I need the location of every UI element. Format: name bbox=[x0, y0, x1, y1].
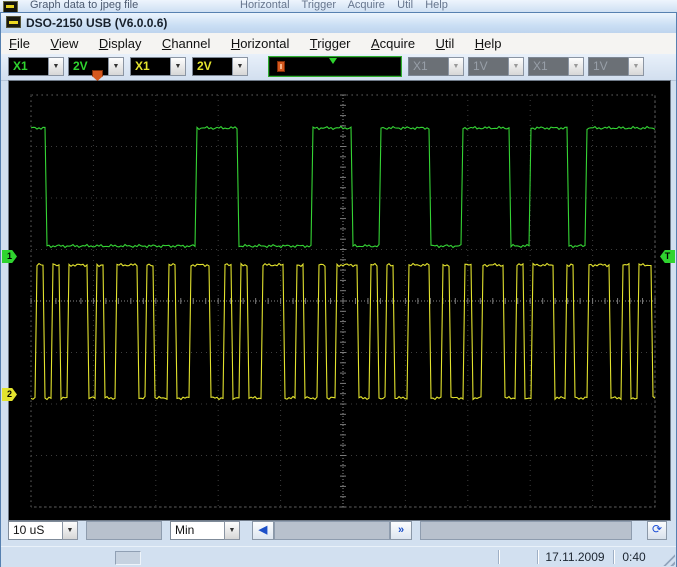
pan-left-icon: ◀ bbox=[259, 524, 267, 536]
chevron-down-icon: ▼ bbox=[568, 57, 584, 76]
scope-area bbox=[8, 80, 671, 521]
pan-right-button[interactable]: » bbox=[390, 521, 412, 540]
timebase-value[interactable]: 10 uS bbox=[8, 521, 62, 540]
trigger-center-marker-icon bbox=[329, 58, 337, 64]
buffer-info-box bbox=[86, 521, 162, 540]
menu-display[interactable]: Display bbox=[91, 33, 150, 53]
aux-probe-value-2: X1 bbox=[528, 57, 568, 76]
menu-bar: File View Display Channel Horizontal Tri… bbox=[1, 33, 676, 55]
resize-grip[interactable] bbox=[662, 553, 675, 566]
pan-position-track[interactable] bbox=[274, 521, 390, 540]
trigger-position-handle[interactable] bbox=[277, 61, 285, 72]
title-bar[interactable]: DSO-2150 USB (V6.0.0.6) bbox=[1, 13, 676, 34]
ch2-probe-combo[interactable]: X1 ▼ bbox=[130, 57, 186, 76]
status-time: 0:40 bbox=[613, 550, 655, 564]
ch1-probe-value[interactable]: X1 bbox=[8, 57, 48, 76]
chevron-down-icon[interactable]: ▼ bbox=[224, 521, 240, 540]
aux-probe-combo-2: X1 ▼ bbox=[528, 57, 584, 76]
aux-volts-value-1: 1V bbox=[468, 57, 508, 76]
chevron-down-icon: ▼ bbox=[508, 57, 524, 76]
ch2-probe-value[interactable]: X1 bbox=[130, 57, 170, 76]
status-date: 17.11.2009 bbox=[537, 550, 613, 564]
acquisition-mode-value[interactable]: Min bbox=[170, 521, 224, 540]
chevron-down-icon[interactable]: ▼ bbox=[108, 57, 124, 76]
screen: Graph data to jpeg file Horizontal Trigg… bbox=[0, 0, 677, 567]
acquisition-mode-combo[interactable]: Min ▼ bbox=[170, 521, 240, 540]
chevron-down-icon[interactable]: ▼ bbox=[62, 521, 78, 540]
ch2-volts-combo[interactable]: 2V ▼ bbox=[192, 57, 248, 76]
ch2-volts-value[interactable]: 2V bbox=[192, 57, 232, 76]
trigger-position-slider[interactable] bbox=[268, 56, 402, 77]
status-bar: 17.11.2009 0:40 bbox=[1, 546, 676, 567]
chevron-down-icon: ▼ bbox=[448, 57, 464, 76]
pan-right-icon: » bbox=[398, 524, 404, 536]
aux-volts-combo-2: 1V ▼ bbox=[588, 57, 644, 76]
status-separator bbox=[498, 550, 500, 564]
menu-file[interactable]: File bbox=[1, 33, 38, 53]
chevron-down-icon[interactable]: ▼ bbox=[232, 57, 248, 76]
menu-horizontal[interactable]: Horizontal bbox=[223, 33, 298, 53]
menu-trigger[interactable]: Trigger bbox=[302, 33, 359, 53]
chevron-down-icon: ▼ bbox=[628, 57, 644, 76]
aux-volts-value-2: 1V bbox=[588, 57, 628, 76]
scope-display bbox=[9, 81, 670, 520]
background-window-menu: Horizontal Trigger Acquire Util Help bbox=[240, 0, 448, 11]
scroll-track[interactable] bbox=[420, 521, 632, 540]
chevron-down-icon[interactable]: ▼ bbox=[48, 57, 64, 76]
app-window: DSO-2150 USB (V6.0.0.6) File View Displa… bbox=[0, 12, 677, 567]
menu-util[interactable]: Util bbox=[428, 33, 463, 53]
window-title: DSO-2150 USB (V6.0.0.6) bbox=[26, 16, 167, 30]
chevron-down-icon[interactable]: ▼ bbox=[170, 57, 186, 76]
menu-help[interactable]: Help bbox=[467, 33, 510, 53]
toolbar: X1 ▼ 2V ▼ X1 ▼ 2V ▼ X1 ▼ bbox=[1, 54, 676, 81]
status-mini-panel bbox=[115, 551, 141, 565]
menu-view[interactable]: View bbox=[42, 33, 86, 53]
refresh-button[interactable]: ⟳ bbox=[647, 521, 667, 540]
menu-channel[interactable]: Channel bbox=[154, 33, 218, 53]
refresh-icon: ⟳ bbox=[652, 522, 662, 536]
background-window-caption: Graph data to jpeg file bbox=[30, 0, 138, 11]
aux-volts-combo-1: 1V ▼ bbox=[468, 57, 524, 76]
aux-probe-combo-1: X1 ▼ bbox=[408, 57, 464, 76]
timebase-combo[interactable]: 10 uS ▼ bbox=[8, 521, 78, 540]
menu-acquire[interactable]: Acquire bbox=[363, 33, 423, 53]
ch1-probe-combo[interactable]: X1 ▼ bbox=[8, 57, 64, 76]
pan-left-button[interactable]: ◀ bbox=[252, 521, 274, 540]
aux-probe-value-1: X1 bbox=[408, 57, 448, 76]
app-icon bbox=[6, 16, 21, 28]
